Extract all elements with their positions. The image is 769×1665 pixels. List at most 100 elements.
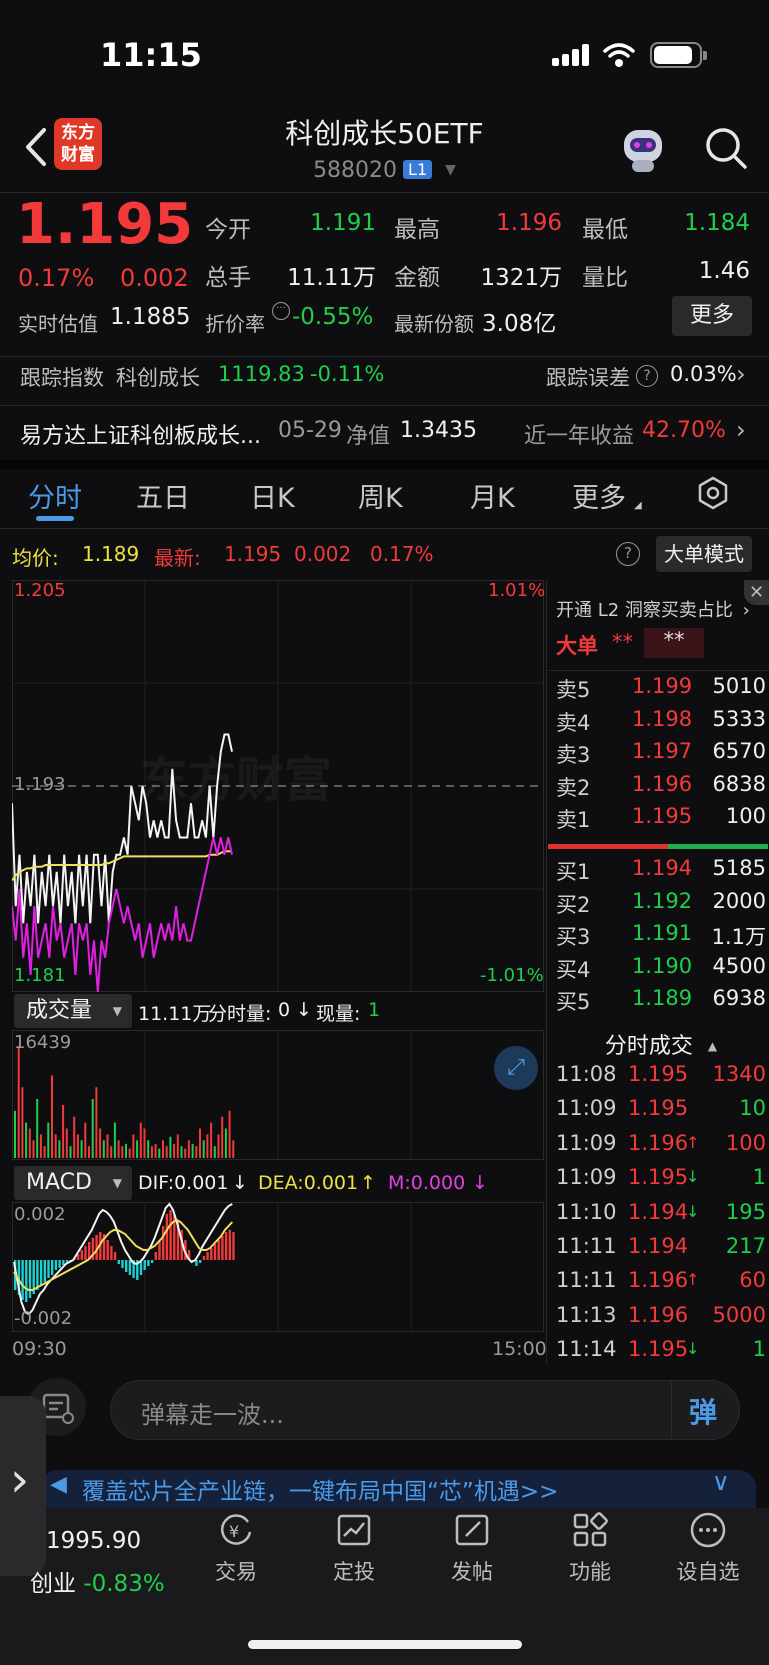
chevron-down-icon[interactable]: ∨ [712,1470,730,1496]
macd-m: M:0.000 [388,1172,466,1194]
danmu-icon[interactable]: 弹 [689,1391,717,1431]
tab-intraday[interactable]: 分时 [28,476,82,515]
bid-row[interactable]: 买3 1.191 1.1万 [556,921,766,953]
discount-label: 折价率 [205,312,265,336]
more-button[interactable]: 更多 [672,296,752,336]
l2-promo[interactable]: 开通 L2 洞察买卖占比 › [556,596,750,622]
index-ticker-value: 1995.90 [46,1528,142,1554]
volume-bar [88,1146,90,1158]
volume-bar [91,1099,94,1158]
volume-chart[interactable] [12,1030,544,1160]
triangle-down-icon: ▼ [112,1004,122,1018]
trade-price: 1.195 [628,1096,689,1121]
macd-dropdown[interactable]: MACD ▼ [14,1166,132,1200]
volume-bar [158,1148,161,1158]
ask-row[interactable]: 卖2 1.196 6838 [556,772,766,804]
side-expand-handle[interactable]: › [0,1396,46,1576]
bid-row[interactable]: 买2 1.192 2000 [556,889,766,921]
big-order-mode-button[interactable]: 大单模式 [656,536,752,572]
trades-title[interactable]: 分时成交 ▲ [556,1028,766,1060]
bid-price: 1.189 [632,986,693,1010]
big-order-value-masked: ** [644,628,704,658]
trade-price: 1.194 [628,1199,689,1224]
current-volume-label: 现量: [316,1003,361,1025]
tab-daily-k[interactable]: 日K [250,476,295,515]
macd-bar [47,1260,50,1278]
ask-row[interactable]: 卖4 1.198 5333 [556,707,766,739]
chevron-right-icon: › [736,416,746,444]
current-volume: 1 [368,999,381,1021]
ask-volume: 5333 [712,706,766,731]
ratio-value: 1.46 [698,258,750,284]
pct-axis-bottom: -1.01% [480,965,544,986]
change-value: 0.002 [120,264,189,292]
macd-dif: DIF:0.001 [138,1172,229,1194]
ask-row[interactable]: 卖1 1.195 100 [556,804,766,836]
nav-trade[interactable]: ¥ 交易 [196,1510,276,1586]
index-ticker[interactable]: 创业 -0.83% [30,1564,165,1598]
macd-bar [62,1260,65,1265]
help-icon[interactable]: ? [636,365,658,387]
macd-bar [21,1260,24,1300]
trade-volume: 10 [739,1096,766,1121]
ask-row[interactable]: 卖3 1.197 6570 [556,739,766,771]
promo-banner[interactable]: ◀ 覆盖芯片全产业链，一键布局中国“芯”机遇>> ∨ [40,1470,756,1508]
trade-time: 11:14 [556,1337,617,1362]
settings-icon[interactable] [696,476,730,510]
ask-price: 1.198 [632,706,693,731]
bid-row[interactable]: 买4 1.190 4500 [556,954,766,986]
bid-label: 买5 [556,990,591,1014]
fund-row[interactable]: 易方达上证科创板成长... 05-29 净值 1.3435 近一年收益 42.7… [0,416,769,458]
volume-bar [221,1116,224,1158]
volume-bar [217,1134,220,1158]
volume-bar [51,1075,53,1158]
volume-bar [99,1128,102,1158]
low-label: 最低 [582,217,628,243]
megaphone-icon: ◀ [50,1472,67,1497]
trade-row: 11:11 1.196 ↑ 60 [556,1268,766,1302]
macd-chart[interactable] [12,1202,544,1332]
volume-bar [102,1140,105,1158]
close-icon[interactable]: ✕ [744,580,769,605]
tab-monthly-k[interactable]: 月K [470,476,515,515]
ask-row[interactable]: 卖5 1.199 5010 [556,674,766,706]
bid-row[interactable]: 买5 1.189 6938 [556,986,766,1018]
trade-arrow-icon: ↓ [686,1167,700,1187]
search-icon[interactable] [704,126,748,170]
tab-weekly-k[interactable]: 周K [358,476,403,515]
tab-more[interactable]: 更多 [572,476,626,515]
trade-price: 1.196 [628,1268,689,1293]
tab-five-day[interactable]: 五日 [136,476,190,515]
volume-bar [139,1122,142,1158]
pct-axis-top: 1.01% [488,580,546,601]
robot-icon[interactable] [620,128,666,172]
macd-bar [150,1260,154,1263]
bid-volume: 4500 [712,953,766,978]
macd-bar [110,1246,113,1260]
volume-dropdown[interactable]: 成交量 ▼ [14,994,132,1028]
macd-bar [217,1240,220,1260]
info-icon[interactable]: ··· [272,302,290,320]
danmu-input[interactable]: 弹幕走一波... 弹 [110,1380,740,1440]
volume-value: 11.11万 [287,265,376,291]
volume-bar [47,1122,50,1158]
latest-value: 1.195 [224,542,282,566]
volume-bar [54,1134,57,1158]
tracking-error-value: 0.03% [670,362,737,386]
nav-post[interactable]: 发帖 [432,1510,512,1586]
trade-volume: 5000 [712,1302,766,1327]
tracking-row[interactable]: 跟踪指数 科创成长 1119.83 -0.11% 跟踪误差 ? 0.03% › [0,360,769,410]
bid-row[interactable]: 买1 1.194 5185 [556,856,766,888]
macd-bar [58,1260,61,1268]
help-icon[interactable]: ? [616,542,640,566]
nav-fixed-invest[interactable]: 定投 [314,1510,394,1586]
nav-functions[interactable]: 功能 [550,1510,630,1586]
nav-add-watchlist[interactable]: 设自选 [668,1510,748,1586]
fund-yield-label: 近一年收益 [524,424,635,449]
x-axis-start: 09:30 [12,1338,67,1360]
trade-time: 11:10 [556,1199,617,1224]
expand-icon[interactable]: ⤢ [494,1046,538,1090]
volume-bar [17,1045,20,1158]
macd-bar [128,1260,132,1275]
volume-bar [28,1128,31,1158]
